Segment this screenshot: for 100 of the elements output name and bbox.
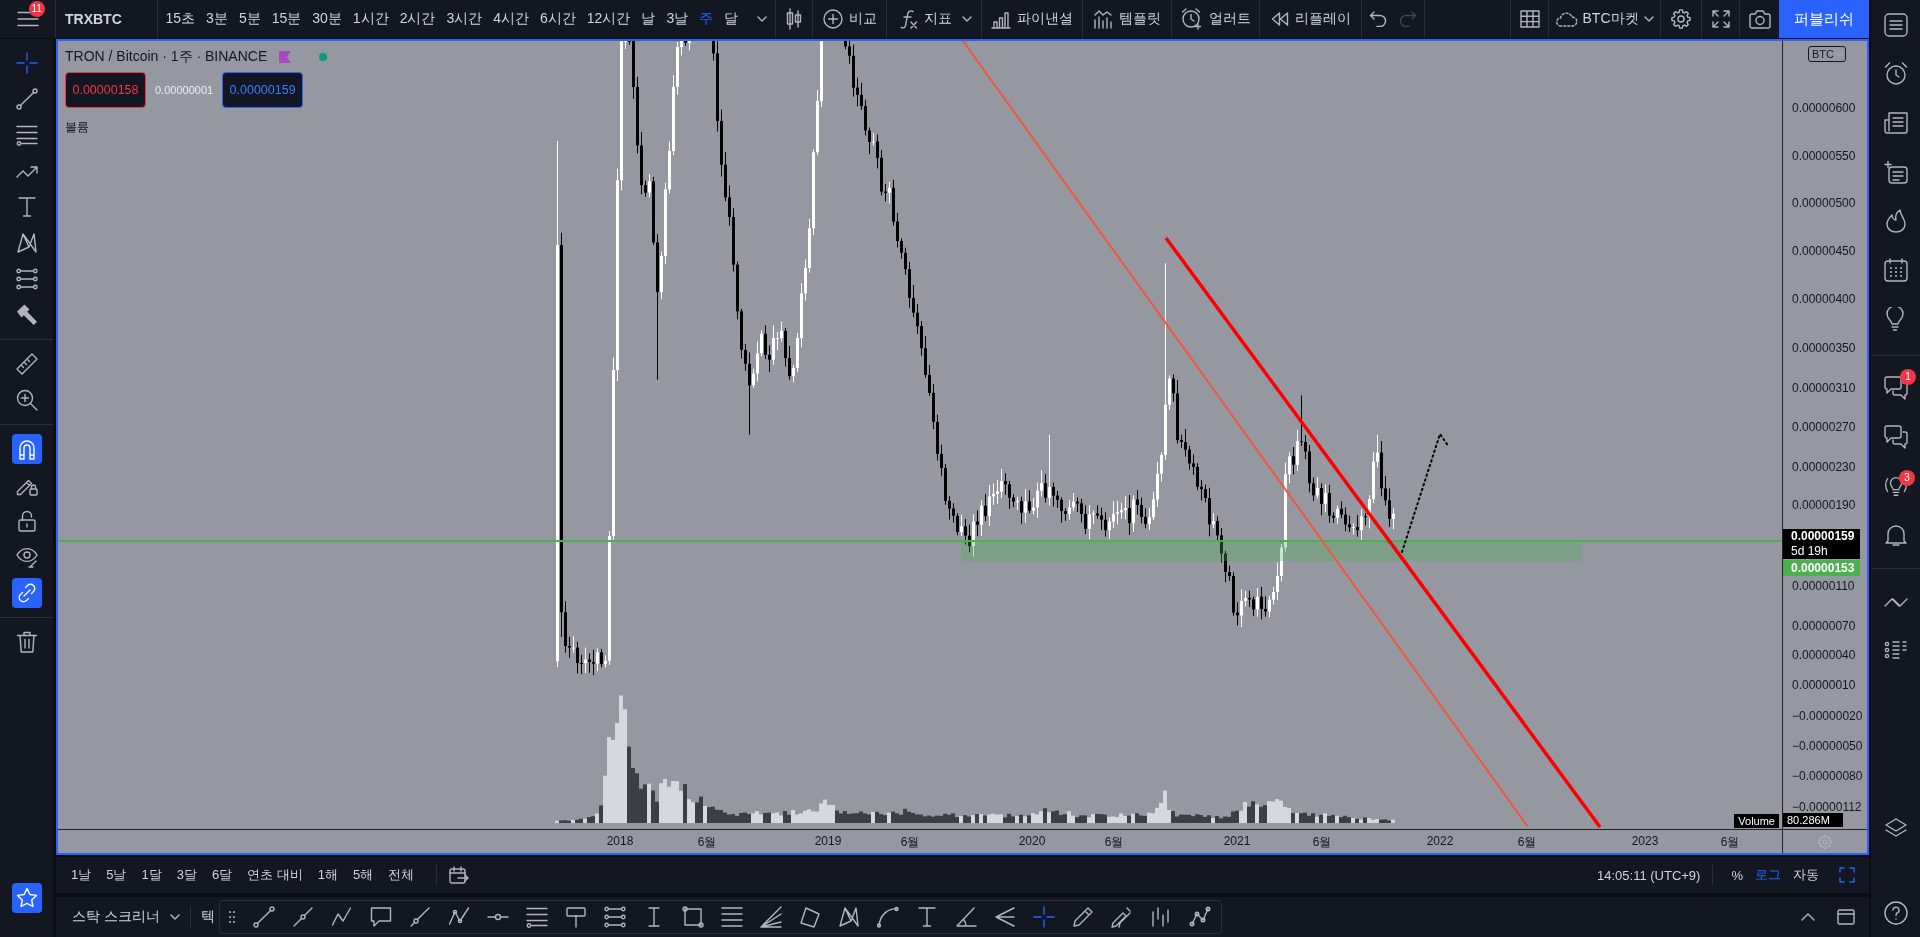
interval-option[interactable]: 15분 — [266, 0, 307, 38]
signpost-icon[interactable] — [564, 906, 587, 928]
help-icon[interactable] — [1883, 900, 1908, 925]
hammer-icon[interactable] — [15, 304, 38, 326]
candlestick-icon[interactable] — [786, 8, 802, 30]
sell-price-button[interactable]: 0.00000158 — [65, 72, 146, 108]
interval-option[interactable]: 3분 — [200, 0, 234, 38]
fullscreen-icon[interactable] — [1711, 10, 1730, 28]
flame-icon[interactable] — [1883, 208, 1908, 233]
range-button[interactable]: 전체 — [383, 861, 420, 889]
panel-tab[interactable]: 텍 — [190, 897, 215, 937]
scale-mode-button[interactable]: 로그 — [1749, 861, 1787, 889]
financials-button[interactable]: 파이낸셜 — [987, 0, 1077, 38]
pen-icon[interactable] — [1071, 906, 1094, 928]
compare-button[interactable]: 비교 — [818, 0, 881, 38]
range-button[interactable]: 1해 — [312, 861, 344, 889]
scale-mode-button[interactable]: % — [1725, 861, 1749, 889]
chat-bubbles-icon[interactable] — [1883, 375, 1908, 400]
publish-button[interactable]: 퍼블리쉬 — [1779, 0, 1869, 38]
interval-option[interactable]: 4시간 — [487, 0, 535, 38]
chevron-up-icon[interactable] — [1801, 913, 1815, 921]
camera-icon[interactable] — [1748, 9, 1771, 29]
interval-option[interactable]: 12시간 — [581, 0, 636, 38]
interval-option[interactable]: 주 — [693, 0, 719, 38]
interval-option[interactable]: 3시간 — [440, 0, 488, 38]
zigzag-line-icon[interactable] — [330, 906, 353, 928]
buy-price-button[interactable]: 0.00000159 — [222, 72, 304, 108]
parallel-lines-icon[interactable] — [15, 268, 38, 290]
stacked-lines-icon[interactable] — [720, 906, 743, 928]
templates-button[interactable]: 템플릿 — [1089, 0, 1165, 38]
caret-icon[interactable] — [757, 16, 767, 22]
horizontal-lines-icon[interactable] — [525, 906, 548, 928]
range-button[interactable]: 5해 — [348, 861, 379, 889]
double-pen-icon[interactable] — [1110, 906, 1133, 928]
speech-bubble-icon[interactable] — [369, 906, 392, 928]
range-button[interactable]: 6달 — [206, 861, 238, 889]
nodes-icon[interactable] — [1188, 906, 1211, 928]
undo-icon[interactable] — [1369, 11, 1387, 27]
menu-icon[interactable] — [16, 11, 39, 27]
expand-icon[interactable] — [1839, 867, 1855, 883]
dotted-projection-line[interactable] — [1401, 431, 1450, 553]
text-icon[interactable] — [915, 906, 938, 928]
parallel-lines-icon[interactable] — [603, 906, 626, 928]
fork-lines-icon[interactable] — [993, 906, 1016, 928]
replay-button[interactable]: 리플레이 — [1266, 0, 1355, 38]
indicators-button[interactable]: 지표 — [896, 0, 956, 38]
interval-option[interactable]: 6시간 — [534, 0, 582, 38]
interval-option[interactable]: 15초 — [160, 0, 201, 38]
interval-option[interactable]: 3날 — [660, 0, 694, 38]
range-button[interactable]: 3달 — [171, 861, 202, 889]
symbol-button[interactable]: TRXBTC — [65, 0, 122, 38]
interval-option[interactable]: 2시간 — [394, 0, 441, 38]
crosshair-icon[interactable] — [15, 52, 38, 74]
chat-bubbles-icon[interactable] — [1883, 424, 1908, 449]
calendar-icon[interactable] — [1883, 257, 1908, 282]
pattern-icon[interactable] — [15, 232, 38, 254]
layout-button[interactable]: BTC마켓 — [1549, 0, 1660, 38]
alert-button[interactable]: 얼러트 — [1176, 0, 1255, 38]
eye-icon[interactable] — [15, 546, 38, 568]
fan-lines-icon[interactable] — [759, 906, 782, 928]
scale-mode-button[interactable]: 자동 — [1787, 861, 1825, 889]
zoom-in-icon[interactable] — [15, 389, 38, 411]
pattern-icon[interactable] — [837, 906, 860, 928]
ruler-icon[interactable] — [15, 353, 38, 375]
trend-line-icon[interactable] — [252, 906, 275, 928]
curve-icon[interactable] — [876, 906, 899, 928]
angle-icon[interactable] — [954, 906, 977, 928]
link-icon[interactable] — [11, 578, 42, 608]
go-to-date-icon[interactable] — [449, 866, 470, 884]
range-button[interactable]: 1날 — [66, 861, 97, 889]
bars-icon[interactable] — [1149, 906, 1172, 928]
range-button[interactable]: 연초 대비 — [242, 861, 308, 889]
magnet-icon[interactable] — [11, 434, 42, 464]
caret-icon[interactable] — [962, 16, 972, 22]
padlock-icon[interactable] — [15, 510, 38, 532]
window-icon[interactable] — [1837, 909, 1855, 925]
crosshair-icon[interactable] — [1032, 906, 1055, 928]
drag-handle-icon[interactable] — [227, 910, 236, 924]
polygon-icon[interactable] — [798, 906, 821, 928]
horizontal-lines-icon[interactable] — [15, 124, 38, 146]
diagonal-line-icon[interactable] — [408, 906, 431, 928]
alarm-clock-icon[interactable] — [1883, 61, 1908, 86]
trash-icon[interactable] — [15, 631, 38, 653]
text-icon[interactable] — [15, 196, 38, 218]
layout-grid-icon[interactable] — [1519, 10, 1540, 28]
trend-line-icon[interactable] — [15, 88, 38, 110]
line-nodes-icon[interactable] — [291, 906, 314, 928]
bell-icon[interactable] — [1883, 522, 1908, 547]
newspaper-icon[interactable] — [1883, 110, 1908, 135]
interval-option[interactable]: 5분 — [233, 0, 267, 38]
interval-option[interactable]: 1시간 — [347, 0, 395, 38]
list-icon[interactable] — [1883, 12, 1908, 37]
zigzag-nodes-icon[interactable] — [447, 906, 470, 928]
interval-option[interactable]: 달 — [718, 0, 744, 38]
list-plus-icon[interactable] — [1883, 159, 1908, 184]
settings-icon[interactable] — [1671, 9, 1691, 29]
range-button[interactable]: 5날 — [101, 861, 132, 889]
currency-button[interactable]: BTC — [1808, 46, 1846, 62]
panel-tab[interactable]: 스탁 스크리너 — [56, 897, 190, 937]
interval-option[interactable]: 날 — [635, 0, 661, 38]
